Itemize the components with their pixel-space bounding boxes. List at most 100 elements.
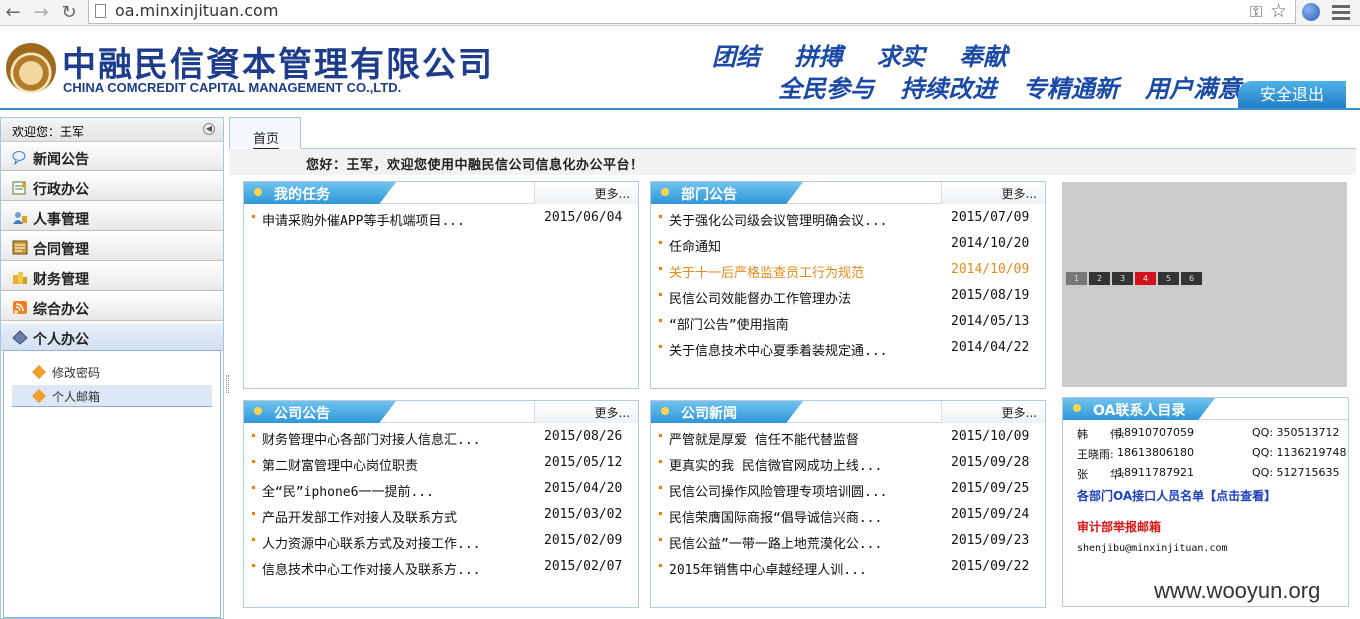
- extension-globe-icon[interactable]: [1302, 3, 1320, 21]
- list-item[interactable]: 任命通知 2014/10/20: [651, 232, 1045, 258]
- item-date: 2014/04/22: [951, 340, 1030, 355]
- item-title[interactable]: 民信公司操作风险管理专项培训圆...: [669, 481, 887, 500]
- sidebar-item-admin[interactable]: 行政办公: [1, 173, 223, 201]
- logout-button[interactable]: 安全退出: [1238, 81, 1346, 109]
- sidebar-item-contract[interactable]: 合同管理: [1, 233, 223, 261]
- list-item[interactable]: 申请采购外催APP等手机端项目... 2015/06/04: [244, 206, 638, 232]
- item-title[interactable]: 全“民”iphone6一一提前...: [262, 481, 434, 500]
- list-item[interactable]: 2015年销售中心卓越经理人训... 2015/09/22: [651, 555, 1045, 581]
- audit-mailbox-email[interactable]: shenjibu@minxinjituan.com: [1077, 543, 1228, 554]
- sidebar-item-personal[interactable]: 个人办公: [1, 323, 223, 351]
- slide-page-button[interactable]: 4: [1135, 272, 1157, 285]
- panel-title: 公司公告: [274, 406, 330, 422]
- list-item[interactable]: 财务管理中心各部门对接人信息汇... 2015/08/26: [244, 425, 638, 451]
- slide-page-button[interactable]: 3: [1112, 272, 1134, 285]
- greeting-bar: 您好：王军，欢迎您使用中融民信公司信息化办公平台！: [229, 149, 1356, 175]
- item-title[interactable]: 关于十一后严格监查员工行为规范: [669, 262, 864, 281]
- item-date: 2015/05/12: [544, 455, 623, 470]
- item-title[interactable]: 更真实的我 民信微官网成功上线...: [669, 455, 882, 474]
- key-icon[interactable]: ⚿: [1250, 2, 1262, 22]
- bullet-icon: [252, 460, 255, 463]
- submenu-personal-mailbox[interactable]: 个人邮箱: [12, 385, 212, 407]
- item-title[interactable]: 信息技术中心工作对接人及联系方...: [262, 559, 480, 578]
- list-item[interactable]: 民信公司操作风险管理专项培训圆... 2015/09/25: [651, 477, 1045, 503]
- sidebar-item-label: 新闻公告: [33, 152, 89, 168]
- panel-header: 公司新闻 更多...: [651, 401, 1045, 423]
- back-icon[interactable]: ←: [2, 2, 24, 24]
- list-item[interactable]: 全“民”iphone6一一提前... 2015/04/20: [244, 477, 638, 503]
- tab-home[interactable]: 首页: [229, 117, 301, 149]
- item-title[interactable]: 民信荣膺国际商报“倡导诚信兴商...: [669, 507, 882, 526]
- list-item[interactable]: 更真实的我 民信微官网成功上线... 2015/09/28: [651, 451, 1045, 477]
- site-header: 中融民信資本管理有限公司 CHINA COMCREDIT CAPITAL MAN…: [0, 27, 1360, 109]
- bookmark-star-icon[interactable]: ☆: [1270, 0, 1287, 22]
- item-title[interactable]: 第二财富管理中心岗位职责: [262, 455, 418, 474]
- slide-page-button[interactable]: 1: [1066, 272, 1088, 285]
- slide-page-button[interactable]: 2: [1089, 272, 1111, 285]
- item-date: 2015/02/07: [544, 559, 623, 574]
- more-link[interactable]: 更多...: [595, 185, 630, 202]
- item-title[interactable]: 民信公司效能督办工作管理办法: [669, 288, 851, 307]
- item-title[interactable]: 产品开发部工作对接人及联系方式: [262, 507, 457, 526]
- list-item[interactable]: 信息技术中心工作对接人及联系方... 2015/02/07: [244, 555, 638, 581]
- address-bar[interactable]: oa.minxinjituan.com: [88, 0, 1296, 24]
- more-link[interactable]: 更多...: [1002, 185, 1037, 202]
- item-date: 2015/02/09: [544, 533, 623, 548]
- image-slideshow[interactable]: 1 2 3 4 5 6: [1062, 182, 1347, 387]
- reload-icon[interactable]: ↻: [58, 2, 80, 24]
- collapse-icon[interactable]: ◀: [203, 123, 215, 135]
- browser-toolbar: ← → ↻ oa.minxinjituan.com ⚿ ☆: [0, 0, 1360, 26]
- greeting-text: 您好：王军，欢迎您使用中融民信公司信息化办公平台！: [306, 158, 644, 173]
- list-item[interactable]: 严管就是厚爱 信任不能代替监督 2015/10/09: [651, 425, 1045, 451]
- sidebar-item-hr[interactable]: 人事管理: [1, 203, 223, 231]
- panel-header: 部门公告 更多...: [651, 182, 1045, 204]
- item-title[interactable]: 人力资源中心联系方式及对接工作...: [262, 533, 480, 552]
- item-date: 2015/09/24: [951, 507, 1030, 522]
- bullet-icon: [659, 293, 662, 296]
- list-item[interactable]: 产品开发部工作对接人及联系方式 2015/03/02: [244, 503, 638, 529]
- item-title[interactable]: 任命通知: [669, 236, 721, 255]
- submenu-change-password[interactable]: 修改密码: [12, 361, 212, 383]
- sidebar-item-office[interactable]: 综合办公: [1, 293, 223, 321]
- list-item[interactable]: 第二财富管理中心岗位职责 2015/05/12: [244, 451, 638, 477]
- list-item[interactable]: 关于强化公司级会议管理明确会议... 2015/07/09: [651, 206, 1045, 232]
- list-item[interactable]: 民信公司效能督办工作管理办法 2015/08/19: [651, 284, 1045, 310]
- slide-page-button[interactable]: 5: [1158, 272, 1180, 285]
- list-item[interactable]: 关于信息技术中心夏季着装规定通... 2014/04/22: [651, 336, 1045, 362]
- list-item[interactable]: “部门公告”使用指南 2014/05/13: [651, 310, 1045, 336]
- item-title[interactable]: 财务管理中心各部门对接人信息汇...: [262, 429, 480, 448]
- item-title[interactable]: 申请采购外催APP等手机端项目...: [262, 210, 465, 229]
- list-item[interactable]: 关于十一后严格监查员工行为规范 2014/10/09: [651, 258, 1045, 284]
- item-title[interactable]: 严管就是厚爱 信任不能代替监督: [669, 429, 859, 448]
- sidebar-item-news[interactable]: 新闻公告: [1, 143, 223, 171]
- list-item[interactable]: 人力资源中心联系方式及对接工作... 2015/02/09: [244, 529, 638, 555]
- audit-mailbox-title: 审计部举报邮箱: [1077, 520, 1162, 534]
- more-link[interactable]: 更多...: [1002, 404, 1037, 421]
- url-text[interactable]: oa.minxinjituan.com: [115, 1, 278, 20]
- item-title[interactable]: 关于强化公司级会议管理明确会议...: [669, 210, 887, 229]
- slide-page-button[interactable]: 6: [1181, 272, 1203, 285]
- sidebar-item-label: 个人办公: [33, 332, 89, 348]
- list-item[interactable]: 民信公益”一带一路上地荒漠化公... 2015/09/23: [651, 529, 1045, 555]
- browser-menu-icon[interactable]: [1330, 3, 1352, 23]
- contact-phone: 18910707059: [1117, 426, 1194, 439]
- more-link[interactable]: 更多...: [595, 404, 630, 421]
- item-date: 2015/07/09: [951, 210, 1030, 225]
- item-title[interactable]: 关于信息技术中心夏季着装规定通...: [669, 340, 887, 359]
- diamond-icon: [31, 388, 47, 404]
- contact-phone: 18613806180: [1117, 446, 1194, 459]
- bullet-icon: [659, 319, 662, 322]
- item-title[interactable]: “部门公告”使用指南: [669, 314, 789, 333]
- item-date: 2015/09/22: [951, 559, 1030, 574]
- panel-title: 部门公告: [681, 187, 737, 203]
- sidebar-item-finance[interactable]: 财务管理: [1, 263, 223, 291]
- hr-icon: [13, 212, 27, 224]
- item-title[interactable]: 民信公益”一带一路上地荒漠化公...: [669, 533, 882, 552]
- tab-label: 首页: [252, 132, 279, 147]
- forward-icon[interactable]: →: [30, 2, 52, 24]
- list-item[interactable]: 民信荣膺国际商报“倡导诚信兴商... 2015/09/24: [651, 503, 1045, 529]
- splitter-handle[interactable]: [226, 375, 229, 393]
- bullet-icon: [659, 564, 662, 567]
- dept-contact-list-link[interactable]: 各部门OA接口人员名单【点击查看】: [1077, 487, 1276, 504]
- item-title[interactable]: 2015年销售中心卓越经理人训...: [669, 559, 867, 578]
